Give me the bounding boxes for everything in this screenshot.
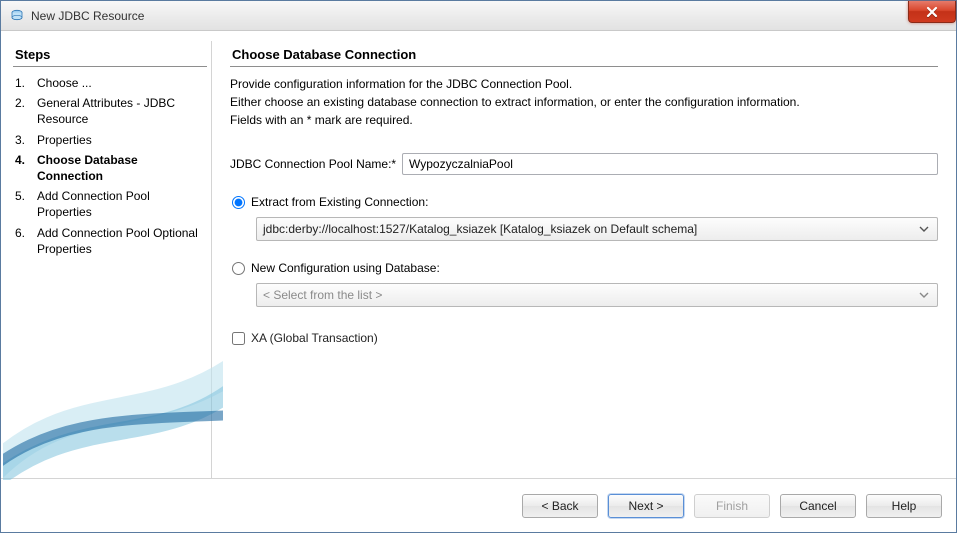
step-number: 4. bbox=[15, 152, 37, 184]
pool-name-label: JDBC Connection Pool Name:* bbox=[230, 157, 402, 171]
extract-radio-row: Extract from Existing Connection: bbox=[230, 193, 938, 211]
chevron-down-icon bbox=[915, 286, 933, 304]
main-panel: Choose Database Connection Provide confi… bbox=[212, 41, 944, 478]
step-label: Add Connection Pool Properties bbox=[37, 188, 205, 220]
steps-item: 6.Add Connection Pool Optional Propertie… bbox=[13, 223, 207, 259]
app-icon bbox=[9, 8, 25, 24]
step-number: 1. bbox=[15, 75, 37, 91]
newconfig-radio[interactable] bbox=[232, 262, 245, 275]
window-title: New JDBC Resource bbox=[31, 9, 144, 23]
xa-checkbox[interactable] bbox=[232, 332, 245, 345]
cancel-button[interactable]: Cancel bbox=[780, 494, 856, 518]
button-bar: < Back Next > Finish Cancel Help bbox=[1, 478, 956, 532]
steps-item: 1.Choose ... bbox=[13, 73, 207, 93]
steps-panel: Steps 1.Choose ...2.General Attributes -… bbox=[13, 41, 211, 478]
main-heading: Choose Database Connection bbox=[230, 41, 938, 67]
steps-item: 4.Choose Database Connection bbox=[13, 150, 207, 186]
steps-heading: Steps bbox=[13, 41, 207, 67]
titlebar: New JDBC Resource bbox=[1, 1, 956, 31]
back-button[interactable]: < Back bbox=[522, 494, 598, 518]
xa-row: XA (Global Transaction) bbox=[230, 325, 938, 345]
pool-name-row: JDBC Connection Pool Name:* bbox=[230, 153, 938, 175]
chevron-down-icon bbox=[915, 220, 933, 238]
existing-connection-value: jdbc:derby://localhost:1527/Katalog_ksia… bbox=[263, 222, 697, 236]
help-button[interactable]: Help bbox=[866, 494, 942, 518]
steps-item: 2.General Attributes - JDBC Resource bbox=[13, 93, 207, 129]
step-number: 6. bbox=[15, 225, 37, 257]
steps-item: 5.Add Connection Pool Properties bbox=[13, 186, 207, 222]
finish-button: Finish bbox=[694, 494, 770, 518]
description-line: Provide configuration information for th… bbox=[230, 75, 938, 93]
decorative-swoosh bbox=[3, 360, 223, 480]
step-label: Choose ... bbox=[37, 75, 205, 91]
extract-radio[interactable] bbox=[232, 196, 245, 209]
newconfig-select[interactable]: < Select from the list > bbox=[256, 283, 938, 307]
description-block: Provide configuration information for th… bbox=[230, 75, 938, 129]
description-line: Either choose an existing database conne… bbox=[230, 93, 938, 111]
step-number: 2. bbox=[15, 95, 37, 127]
newconfig-radio-row: New Configuration using Database: bbox=[230, 259, 938, 277]
existing-connection-select[interactable]: jdbc:derby://localhost:1527/Katalog_ksia… bbox=[256, 217, 938, 241]
steps-list: 1.Choose ...2.General Attributes - JDBC … bbox=[13, 73, 207, 259]
pool-name-input[interactable] bbox=[402, 153, 938, 175]
newconfig-placeholder: < Select from the list > bbox=[263, 288, 382, 302]
description-line: Fields with an * mark are required. bbox=[230, 111, 938, 129]
close-icon bbox=[925, 6, 939, 18]
step-label: Choose Database Connection bbox=[37, 152, 205, 184]
next-button[interactable]: Next > bbox=[608, 494, 684, 518]
step-label: Add Connection Pool Optional Properties bbox=[37, 225, 205, 257]
extract-radio-label[interactable]: Extract from Existing Connection: bbox=[251, 195, 428, 209]
newconfig-radio-label[interactable]: New Configuration using Database: bbox=[251, 261, 440, 275]
step-number: 5. bbox=[15, 188, 37, 220]
steps-item: 3.Properties bbox=[13, 130, 207, 150]
step-label: Properties bbox=[37, 132, 205, 148]
xa-label[interactable]: XA (Global Transaction) bbox=[251, 331, 378, 345]
step-number: 3. bbox=[15, 132, 37, 148]
close-button[interactable] bbox=[908, 1, 956, 23]
step-label: General Attributes - JDBC Resource bbox=[37, 95, 205, 127]
